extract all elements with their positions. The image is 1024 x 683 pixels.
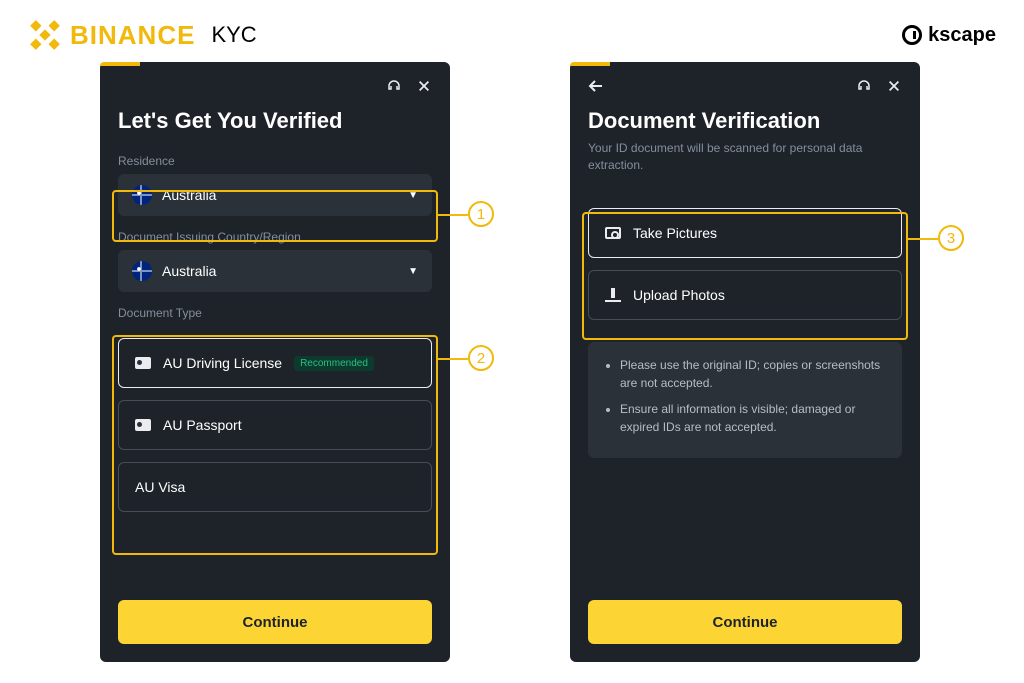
flag-icon [132,261,152,281]
kscape-text: kscape [928,24,996,47]
panel-titlebar [588,74,902,98]
panel-subtitle: Your ID document will be scanned for per… [588,140,902,174]
callout-badge-3: 3 [938,225,964,251]
support-icon[interactable] [856,78,872,94]
page-header: BINANCE KYC kscape [0,0,1024,62]
recommended-tag: Recommended [294,356,374,371]
document-type-label: Document Type [118,306,432,320]
option-label: Upload Photos [633,287,725,303]
notice-item: Ensure all information is visible; damag… [620,400,888,436]
doc-option-passport[interactable]: AU Passport [118,400,432,450]
issuing-country-value: Australia [162,263,216,279]
panel-heading: Document Verification [588,108,902,134]
kscape-watermark: kscape [902,24,996,47]
option-label: AU Visa [135,479,185,495]
notice-item: Please use the original ID; copies or sc… [620,356,888,392]
issuing-country-dropdown[interactable]: Australia ▼ [118,250,432,292]
upload-icon [605,288,621,302]
callout-badge-2: 2 [468,345,494,371]
notice-box: Please use the original ID; copies or sc… [588,342,902,458]
option-label: AU Driving License [163,355,282,371]
panel-titlebar [118,74,432,98]
flag-icon [132,185,152,205]
issuing-country-label: Document Issuing Country/Region [118,230,432,244]
option-label: AU Passport [163,417,242,433]
brand-text: BINANCE [70,20,195,51]
binance-logo: BINANCE [28,18,195,52]
option-label: Take Pictures [633,225,717,241]
close-icon[interactable] [416,78,432,94]
chevron-down-icon: ▼ [408,266,418,277]
panel-verify: Let's Get You Verified Residence Austral… [100,62,450,662]
chevron-down-icon: ▼ [408,190,418,201]
passport-icon [135,419,151,431]
option-take-pictures[interactable]: Take Pictures [588,208,902,258]
callout-badge-1: 1 [468,201,494,227]
camera-icon [605,227,621,239]
residence-dropdown[interactable]: Australia ▼ [118,174,432,216]
continue-button[interactable]: Continue [118,600,432,644]
back-icon[interactable] [588,78,604,94]
id-card-icon [135,357,151,369]
residence-value: Australia [162,187,216,203]
support-icon[interactable] [386,78,402,94]
binance-mark-icon [21,11,69,59]
callout-line [438,214,468,216]
callout-line [908,238,938,240]
option-upload-photos[interactable]: Upload Photos [588,270,902,320]
panel-heading: Let's Get You Verified [118,108,432,134]
page-title: KYC [211,22,256,48]
close-icon[interactable] [886,78,902,94]
callout-line [438,358,468,360]
kscape-icon [902,25,922,45]
doc-option-visa[interactable]: AU Visa [118,462,432,512]
panel-document-verification: Document Verification Your ID document w… [570,62,920,662]
doc-option-driving-license[interactable]: AU Driving License Recommended [118,338,432,388]
continue-button[interactable]: Continue [588,600,902,644]
residence-label: Residence [118,154,432,168]
